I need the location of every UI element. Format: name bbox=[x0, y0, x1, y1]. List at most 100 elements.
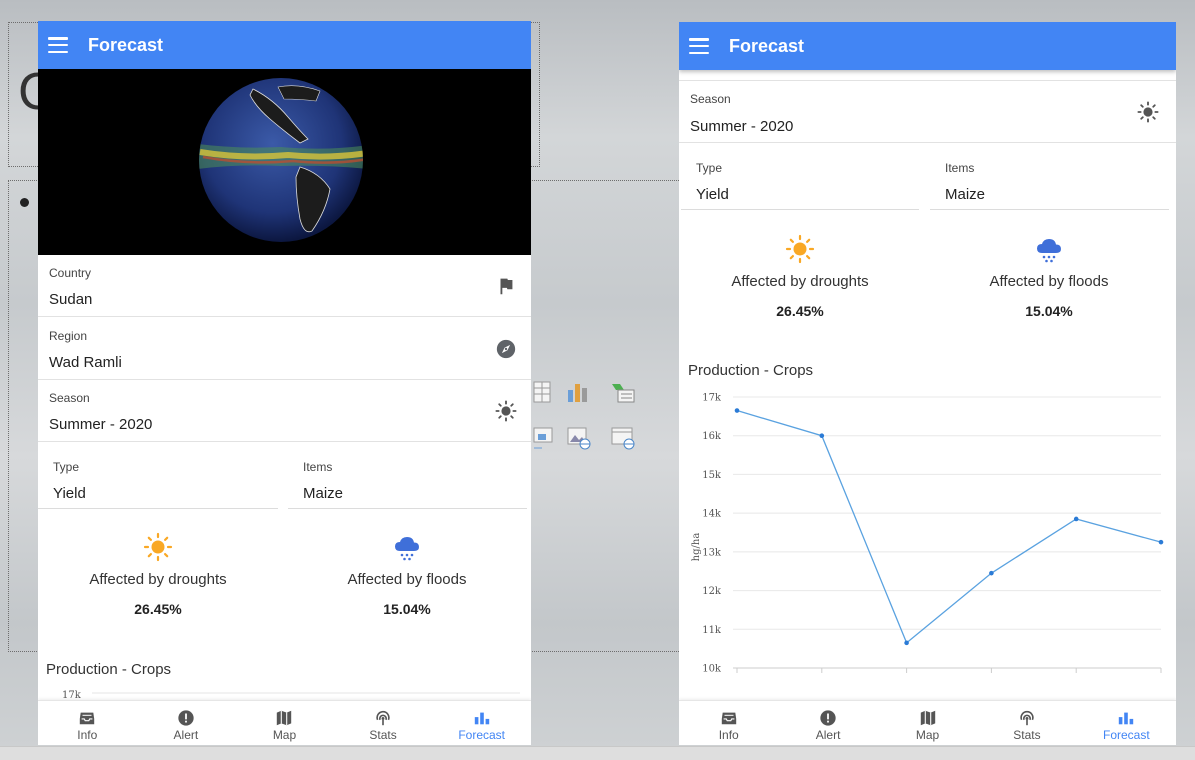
floods-label: Affected by floods bbox=[989, 273, 1109, 290]
season-value: Summer - 2020 bbox=[49, 416, 153, 433]
sun-icon bbox=[495, 400, 517, 422]
rain-cloud-icon bbox=[1037, 239, 1061, 263]
floods-stat: Affected by floods 15.04% bbox=[939, 234, 1159, 319]
forecast-screen-left: Forecast Country Sudan Region Wad Ramli bbox=[38, 21, 531, 745]
droughts-stat: Affected by droughts 26.45% bbox=[48, 532, 268, 617]
nav-label: Stats bbox=[369, 728, 397, 742]
floods-stat: Affected by floods 15.04% bbox=[297, 532, 517, 617]
y-tick-label: 15k bbox=[702, 470, 722, 481]
menu-icon[interactable] bbox=[689, 38, 709, 54]
y-tick-label: 16k bbox=[702, 431, 722, 442]
type-select[interactable]: Type Yield bbox=[38, 443, 278, 509]
data-point bbox=[1158, 539, 1164, 545]
floods-value: 15.04% bbox=[383, 601, 431, 617]
map-icon bbox=[920, 710, 935, 726]
data-point bbox=[989, 570, 994, 576]
bottom-navigation: Info Alert Map Stats Forecast bbox=[38, 700, 531, 745]
data-point bbox=[1073, 516, 1079, 522]
droughts-label: Affected by droughts bbox=[89, 571, 227, 588]
sun-icon bbox=[143, 532, 173, 562]
country-field[interactable]: Country Sudan bbox=[38, 255, 531, 317]
items-select[interactable]: Items Maize bbox=[930, 144, 1169, 210]
region-label: Region bbox=[49, 329, 88, 343]
sun-icon bbox=[1137, 101, 1159, 123]
nav-label: Info bbox=[77, 728, 98, 742]
nav-item-forecast[interactable]: Forecast bbox=[1077, 701, 1176, 745]
production-title: Production - Crops bbox=[688, 362, 814, 379]
data-point bbox=[904, 640, 909, 646]
nav-label: Info bbox=[718, 728, 739, 742]
series-line bbox=[736, 409, 1162, 644]
nav-label: Alert bbox=[815, 728, 841, 742]
map-icon bbox=[277, 710, 292, 726]
type-select[interactable]: Type Yield bbox=[681, 144, 919, 210]
production-chart: hg/ha 10k 11k 12k 13k 14k 15k 16k 17k bbox=[691, 393, 1164, 675]
season-value: Summer - 2020 bbox=[690, 118, 794, 135]
data-point bbox=[819, 433, 825, 439]
y-tick-label: 12k bbox=[702, 586, 722, 597]
nav-item-info[interactable]: Info bbox=[38, 701, 137, 745]
y-tick-label: 10k bbox=[702, 664, 722, 675]
chart-icon bbox=[568, 384, 587, 402]
droughts-value: 26.45% bbox=[134, 601, 182, 617]
background-bullet bbox=[20, 198, 29, 207]
y-tick-label: 11k bbox=[702, 625, 722, 636]
nav-label: Map bbox=[915, 728, 940, 742]
y-tick-label: 13k bbox=[702, 547, 722, 558]
nav-label: Stats bbox=[1013, 728, 1041, 742]
type-label: Type bbox=[696, 161, 723, 175]
nav-item-map[interactable]: Map bbox=[878, 701, 977, 745]
alert-icon bbox=[820, 710, 836, 726]
nav-item-stats[interactable]: Stats bbox=[334, 701, 433, 745]
y-tick-label: 17k bbox=[702, 393, 722, 404]
alert-icon bbox=[178, 710, 194, 726]
smartart-icon bbox=[612, 384, 635, 403]
items-label: Items bbox=[303, 460, 333, 474]
stats-icon bbox=[376, 710, 390, 726]
nav-item-info[interactable]: Info bbox=[679, 701, 778, 745]
y-tick-label: 14k bbox=[702, 509, 722, 520]
bar-chart-icon bbox=[1119, 712, 1134, 725]
production-title: Production - Crops bbox=[46, 661, 172, 678]
type-value: Yield bbox=[53, 485, 86, 502]
droughts-value: 26.45% bbox=[776, 303, 824, 319]
droughts-stat: Affected by droughts 26.45% bbox=[690, 234, 910, 319]
nav-item-alert[interactable]: Alert bbox=[778, 701, 877, 745]
rain-cloud-icon bbox=[395, 537, 419, 561]
app-bar: Forecast bbox=[38, 21, 531, 69]
floods-value: 15.04% bbox=[1025, 303, 1073, 319]
inbox-icon bbox=[721, 712, 736, 725]
bottom-navigation: Info Alert Map Stats Forecast bbox=[679, 700, 1176, 745]
nav-item-stats[interactable]: Stats bbox=[977, 701, 1076, 745]
menu-icon[interactable] bbox=[48, 37, 68, 53]
country-value: Sudan bbox=[49, 291, 93, 308]
nav-label: Map bbox=[272, 728, 297, 742]
floods-label: Affected by floods bbox=[347, 571, 467, 588]
video-icon bbox=[611, 427, 635, 450]
region-value: Wad Ramli bbox=[49, 354, 122, 371]
app-bar: Forecast bbox=[679, 22, 1176, 70]
nav-item-map[interactable]: Map bbox=[235, 701, 334, 745]
season-field[interactable]: Season Summer - 2020 bbox=[679, 80, 1176, 143]
items-value: Maize bbox=[945, 186, 986, 203]
nav-item-alert[interactable]: Alert bbox=[137, 701, 236, 745]
data-point bbox=[734, 408, 740, 413]
nav-label: Alert bbox=[173, 728, 199, 742]
bar-chart-icon bbox=[474, 712, 489, 725]
stats-icon bbox=[1020, 710, 1034, 726]
y-axis-label: hg/ha bbox=[691, 533, 702, 562]
items-label: Items bbox=[945, 161, 975, 175]
type-label: Type bbox=[53, 460, 80, 474]
globe-image bbox=[38, 69, 531, 255]
season-field[interactable]: Season Summer - 2020 bbox=[38, 380, 531, 442]
sun-icon bbox=[785, 234, 815, 264]
forecast-screen-right: Forecast Season Summer - 2020 Type Yield… bbox=[679, 22, 1176, 745]
items-select[interactable]: Items Maize bbox=[288, 443, 527, 509]
nav-item-forecast[interactable]: Forecast bbox=[432, 701, 531, 745]
app-bar-title: Forecast bbox=[88, 34, 164, 55]
background-status-strip bbox=[0, 746, 1195, 760]
online-picture-icon bbox=[567, 427, 591, 450]
app-bar-title: Forecast bbox=[729, 35, 805, 56]
region-field[interactable]: Region Wad Ramli bbox=[38, 318, 531, 380]
season-label: Season bbox=[690, 92, 731, 106]
